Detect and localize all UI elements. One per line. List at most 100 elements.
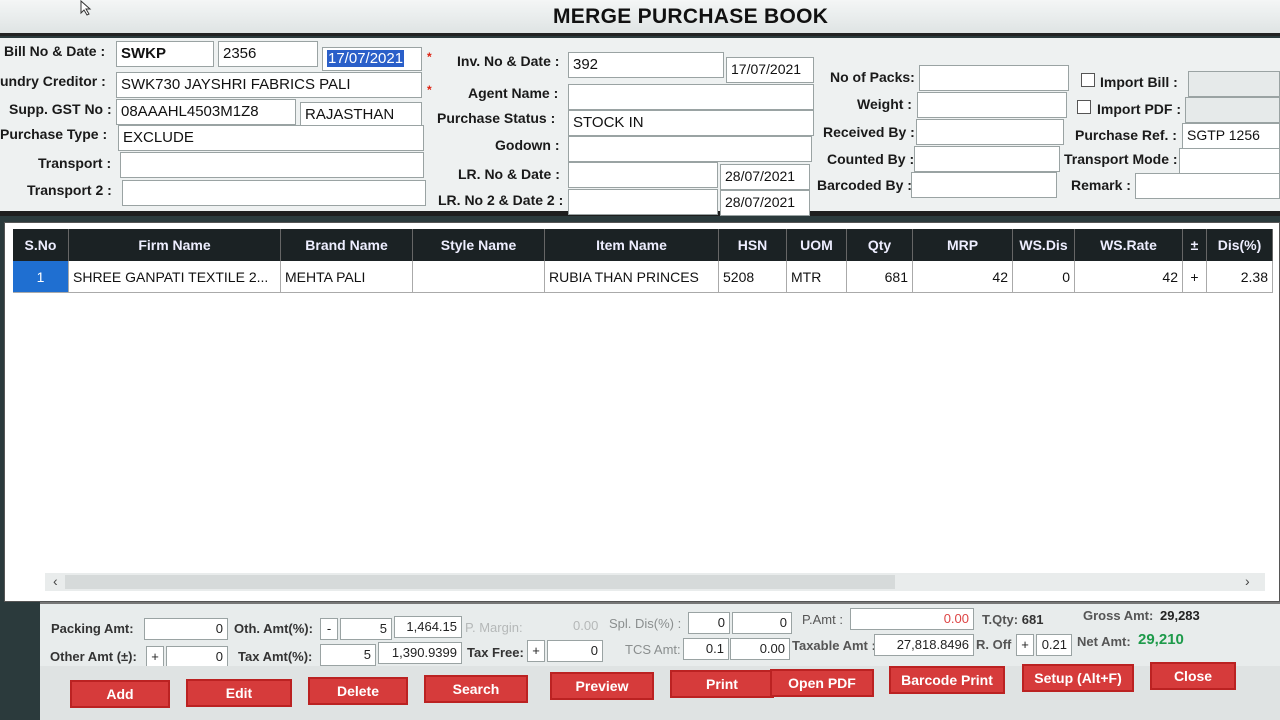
column-header[interactable]: HSN — [719, 229, 787, 261]
received-field[interactable] — [916, 119, 1064, 145]
round-off-sign-field[interactable]: + — [1016, 634, 1034, 656]
barcode-print-button[interactable]: Barcode Print — [889, 666, 1005, 694]
import-bill-field[interactable] — [1188, 71, 1280, 97]
agent-label: Agent Name : — [468, 85, 559, 101]
column-header[interactable]: Style Name — [413, 229, 545, 261]
scroll-thumb[interactable] — [65, 575, 895, 589]
scroll-left-icon[interactable]: ‹ — [53, 573, 58, 589]
bill-no-field[interactable]: 2356 — [218, 41, 318, 67]
import-bill-checkbox[interactable] — [1081, 73, 1095, 87]
oth-sign-field[interactable]: - — [320, 618, 338, 640]
tax-free-field[interactable]: 0 — [547, 640, 603, 662]
tcs-pct-field[interactable]: 0.1 — [683, 638, 729, 660]
purchase-status-label: Purchase Status : — [437, 110, 556, 126]
column-header[interactable]: ± — [1183, 229, 1207, 261]
counted-label: Counted By : — [827, 151, 915, 167]
cell-dis-pct[interactable]: 2.38 — [1207, 261, 1273, 293]
column-header[interactable]: Brand Name — [281, 229, 413, 261]
edit-button[interactable]: Edit — [186, 679, 292, 707]
tcs-amt-field[interactable]: 0.00 — [730, 638, 790, 660]
column-header[interactable]: Dis(%) — [1207, 229, 1273, 261]
scroll-right-icon[interactable]: › — [1245, 573, 1250, 589]
mouse-cursor-icon — [80, 0, 92, 16]
spl-dis-amt-field[interactable]: 0 — [732, 612, 792, 634]
column-header[interactable]: S.No — [13, 229, 69, 261]
cell-firm-name[interactable]: SHREE GANPATI TEXTILE 2... — [69, 261, 281, 293]
lr-date-field[interactable]: 28/07/2021 — [720, 164, 810, 190]
column-header[interactable]: UOM — [787, 229, 847, 261]
agent-field[interactable] — [568, 84, 814, 110]
purchase-status-field[interactable]: STOCK IN — [568, 110, 814, 136]
transport-field[interactable] — [120, 152, 424, 178]
tax-amt-field[interactable]: 1,390.9399 — [378, 642, 462, 664]
net-amt-value: 29,210 — [1138, 631, 1184, 648]
add-button[interactable]: Add — [70, 680, 170, 708]
delete-button[interactable]: Delete — [308, 677, 408, 705]
lr2-no-field[interactable] — [568, 189, 718, 215]
preview-button[interactable]: Preview — [550, 672, 654, 700]
remark-field[interactable] — [1135, 173, 1280, 199]
spl-dis-pct-field[interactable]: 0 — [688, 612, 730, 634]
tax-pct-field[interactable]: 5 — [320, 644, 376, 666]
other-amt-field[interactable]: 0 — [166, 646, 228, 668]
column-header[interactable]: Item Name — [545, 229, 719, 261]
table-row[interactable]: 1 SHREE GANPATI TEXTILE 2... MEHTA PALI … — [13, 261, 1273, 293]
purchase-ref-field[interactable]: SGTP 1256 — [1182, 123, 1280, 149]
p-amt-field[interactable]: 0.00 — [850, 608, 974, 630]
cell-hsn[interactable]: 5208 — [719, 261, 787, 293]
cell-ws-rate[interactable]: 42 — [1075, 261, 1183, 293]
lr-no-field[interactable] — [568, 162, 718, 188]
counted-field[interactable] — [914, 146, 1060, 172]
cell-brand-name[interactable]: MEHTA PALI — [281, 261, 413, 293]
godown-field[interactable] — [568, 136, 812, 162]
other-sign-field[interactable]: + — [146, 646, 164, 668]
creditor-field[interactable]: SWK730 JAYSHRI FABRICS PALI — [116, 72, 422, 98]
received-label: Received By : — [823, 124, 915, 140]
column-header[interactable]: WS.Rate — [1075, 229, 1183, 261]
round-off-field[interactable]: 0.21 — [1036, 634, 1072, 656]
weight-field[interactable] — [917, 92, 1067, 118]
import-pdf-field[interactable] — [1185, 97, 1280, 123]
column-header[interactable]: Qty — [847, 229, 913, 261]
close-button[interactable]: Close — [1150, 662, 1236, 690]
cell-style-name[interactable] — [413, 261, 545, 293]
setup-button[interactable]: Setup (Alt+F) — [1022, 664, 1134, 692]
transport-mode-label: Transport Mode : — [1064, 151, 1178, 167]
packing-amt-field[interactable]: 0 — [144, 618, 228, 640]
bill-label: Bill No & Date : — [4, 43, 106, 59]
cell-sign[interactable]: + — [1183, 261, 1207, 293]
barcoded-field[interactable] — [911, 172, 1057, 198]
column-header[interactable]: MRP — [913, 229, 1013, 261]
search-button[interactable]: Search — [424, 675, 528, 703]
oth-pct-field[interactable]: 5 — [340, 618, 392, 640]
lr2-date-field[interactable]: 28/07/2021 — [720, 190, 810, 216]
import-pdf-checkbox[interactable] — [1077, 100, 1091, 114]
purchase-type-field[interactable]: EXCLUDE — [118, 125, 424, 151]
column-header[interactable]: WS.Dis — [1013, 229, 1075, 261]
gst-field[interactable]: 08AAAHL4503M1Z8 — [116, 99, 296, 125]
taxable-amt-label: Taxable Amt : — [792, 638, 876, 653]
open-pdf-button[interactable]: Open PDF — [770, 669, 874, 697]
gst-label: Supp. GST No : — [9, 101, 112, 117]
column-header[interactable]: Firm Name — [69, 229, 281, 261]
inv-date-field[interactable]: 17/07/2021 — [726, 57, 814, 83]
window-title: MERGE PURCHASE BOOK — [553, 5, 829, 28]
transport2-field[interactable] — [122, 180, 426, 206]
inv-no-field[interactable]: 392 — [568, 52, 724, 78]
tax-free-sign-field[interactable]: + — [527, 640, 545, 662]
packs-field[interactable] — [919, 65, 1069, 91]
cell-item-name[interactable]: RUBIA THAN PRINCES — [545, 261, 719, 293]
cell-mrp[interactable]: 42 — [913, 261, 1013, 293]
cell-ws-dis[interactable]: 0 — [1013, 261, 1075, 293]
cell-sno[interactable]: 1 — [13, 261, 69, 293]
cell-qty[interactable]: 681 — [847, 261, 913, 293]
bill-prefix-field[interactable]: SWKP — [116, 41, 214, 67]
cell-uom[interactable]: MTR — [787, 261, 847, 293]
bill-date-field[interactable]: 17/07/2021 — [322, 47, 422, 71]
print-button[interactable]: Print — [670, 670, 774, 698]
horizontal-scrollbar[interactable]: ‹ › — [45, 573, 1265, 591]
oth-amt-field[interactable]: 1,464.15 — [394, 616, 462, 638]
taxable-amt-field[interactable]: 27,818.8496 — [874, 634, 974, 656]
transport-mode-field[interactable] — [1179, 148, 1280, 174]
transport-label: Transport : — [38, 155, 112, 171]
